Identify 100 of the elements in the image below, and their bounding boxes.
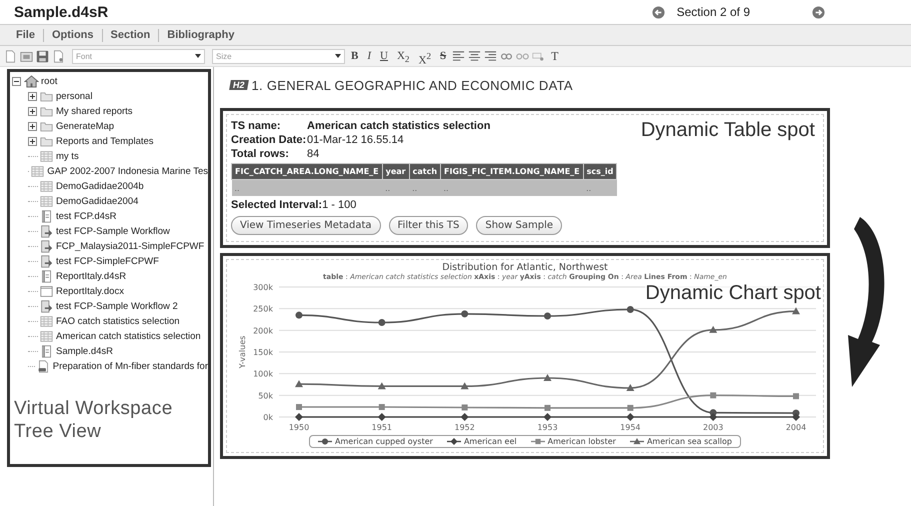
- table-cell: ..: [232, 180, 382, 196]
- x-tick-label: 2003: [702, 423, 724, 432]
- next-icon[interactable]: [812, 6, 825, 18]
- legend-label: American eel: [464, 437, 517, 446]
- home-icon: [24, 75, 39, 88]
- tree-toggle[interactable]: [28, 137, 38, 146]
- report-icon: [40, 270, 53, 283]
- y-tick-label: 200k: [253, 326, 273, 336]
- format-button[interactable]: U: [377, 48, 391, 64]
- table-icon: [40, 315, 53, 328]
- field-value: 1 - 100: [322, 198, 356, 212]
- table-icon: [40, 150, 53, 163]
- column-header: scs_id: [583, 164, 617, 180]
- y-tick-label: 300k: [253, 283, 273, 292]
- tree-item[interactable]: test FCP-SimpleFCPWF: [56, 256, 159, 267]
- page-icon[interactable]: [52, 50, 65, 62]
- format-button[interactable]: I: [364, 48, 374, 64]
- previous-icon[interactable]: [652, 6, 665, 18]
- file-icon: [36, 360, 50, 373]
- format-button[interactable]: S: [437, 48, 450, 64]
- point: [296, 404, 302, 410]
- x-tick-label: 2004: [786, 423, 806, 432]
- action-button[interactable]: View Timeseries Metadata: [231, 216, 381, 235]
- point: [709, 413, 718, 421]
- folder-icon: [40, 90, 53, 103]
- tree-item[interactable]: root: [41, 76, 58, 87]
- tree-item[interactable]: My shared reports: [56, 106, 133, 117]
- document-title: Sample.d4sR: [14, 4, 108, 20]
- point: [461, 310, 468, 318]
- align-center-icon[interactable]: [468, 50, 482, 62]
- tree-toggle[interactable]: [28, 122, 38, 131]
- menu-item[interactable]: Section: [102, 29, 158, 41]
- table-icon: [40, 180, 53, 193]
- column-header: year: [382, 164, 410, 180]
- column-header: catch: [409, 164, 441, 180]
- point: [378, 404, 385, 410]
- field-value: 01-Mar-12 16.55.14: [307, 133, 404, 147]
- workflow-icon: [40, 240, 53, 253]
- point: [460, 382, 469, 390]
- align-right-icon[interactable]: [484, 50, 498, 62]
- workflow-icon: [40, 255, 53, 268]
- column-header: FIC_CATCH_AREA.LONG_NAME_E: [232, 164, 382, 180]
- table-icon: [40, 330, 53, 343]
- tree-item[interactable]: Sample.d4sR: [56, 346, 114, 357]
- tree-item[interactable]: American catch statistics selection: [56, 331, 201, 342]
- format-button[interactable]: X$_{2}$: [394, 48, 412, 64]
- table-cell: ..: [409, 180, 441, 196]
- tree-item[interactable]: ReportItaly.docx: [56, 286, 124, 297]
- tree-item[interactable]: ReportItaly.d4sR: [56, 271, 126, 282]
- tree-item[interactable]: GAP 2002-2007 Indonesia Marine Tes: [47, 166, 208, 177]
- tree-item[interactable]: DemoGadidae2004b: [56, 181, 144, 192]
- tree-caption: Virtual Workspace Tree View: [14, 398, 174, 444]
- document-icon: [40, 285, 53, 298]
- field-label: Selected Interval:: [231, 198, 322, 212]
- tree-item[interactable]: GenerateMap: [56, 121, 114, 132]
- chart-title: Distribution for Atlantic, Northwest: [441, 262, 609, 273]
- table-cell: ..: [440, 180, 584, 196]
- menu-item[interactable]: File: [8, 29, 43, 41]
- y-axis-label: Y-values: [238, 336, 247, 368]
- workflow-icon: [40, 225, 53, 238]
- tree-item[interactable]: FCP_Malaysia2011-SimpleFCPWF: [56, 241, 204, 252]
- legend-label: American sea scallop: [646, 437, 732, 446]
- x-tick-label: 1953: [537, 423, 558, 432]
- menu-item[interactable]: Options: [44, 29, 102, 41]
- new-page-icon[interactable]: [4, 50, 17, 62]
- format-button[interactable]: X$^{2}$: [416, 48, 434, 64]
- template-icon[interactable]: [20, 50, 33, 62]
- tree-item[interactable]: Preparation of Mn-fiber standards for: [52, 361, 208, 372]
- y-tick-label: 50k: [258, 391, 273, 400]
- menu-item[interactable]: Bibliography: [159, 29, 242, 41]
- tree-item[interactable]: my ts: [56, 151, 79, 162]
- tree-item[interactable]: test FCP.d4sR: [56, 211, 117, 222]
- y-tick-label: 250k: [253, 304, 273, 314]
- format-button[interactable]: B: [348, 48, 362, 64]
- tree-item[interactable]: DemoGadidae2004: [56, 196, 138, 207]
- tree-item[interactable]: Reports and Templates: [56, 136, 154, 147]
- action-button[interactable]: Show Sample: [476, 216, 562, 235]
- section-heading: 1. GENERAL GEOGRAPHIC AND ECONOMIC DATA: [252, 78, 573, 92]
- tree-item[interactable]: FAO catch statistics selection: [56, 316, 180, 327]
- tree-item[interactable]: personal: [56, 91, 92, 102]
- x-tick-label: 1950: [288, 423, 310, 432]
- point: [544, 404, 550, 411]
- clear-format-button[interactable]: T: [548, 48, 562, 64]
- save-icon[interactable]: [36, 50, 49, 62]
- tree-item[interactable]: test FCP-Sample Workflow 2: [56, 301, 178, 312]
- action-button[interactable]: Filter this TS: [388, 216, 468, 235]
- tree-toggle[interactable]: [12, 77, 22, 86]
- align-left-icon[interactable]: [452, 50, 466, 62]
- tree-item[interactable]: test FCP-Sample Workflow: [56, 226, 170, 237]
- tree-toggle[interactable]: [28, 107, 38, 116]
- field-label: Creation Date:: [231, 133, 307, 147]
- field-value: 84: [307, 147, 320, 161]
- table-cell: ..: [583, 180, 617, 196]
- field-label: TS name:: [231, 119, 282, 133]
- heading-badge: H2: [229, 80, 248, 90]
- column-header: FIGIS_FIC_ITEM.LONG_NAME_E: [440, 164, 584, 180]
- point: [378, 319, 386, 326]
- tree-toggle[interactable]: [28, 92, 38, 101]
- point: [378, 413, 386, 421]
- point: [544, 374, 552, 381]
